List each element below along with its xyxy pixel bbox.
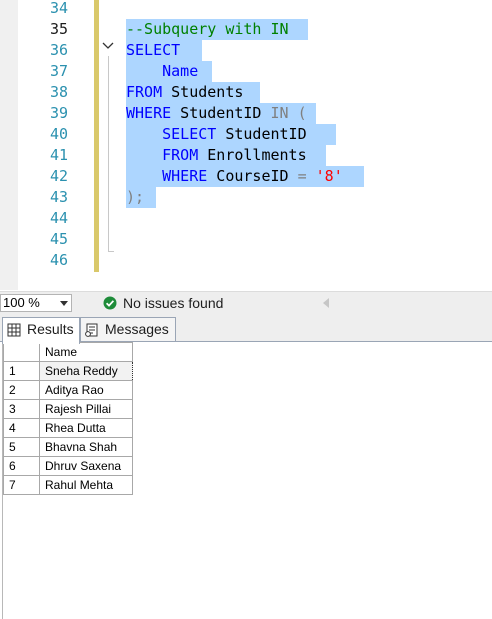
- row-number[interactable]: 3: [3, 399, 40, 419]
- tab-messages[interactable]: Messages: [80, 317, 176, 342]
- sql-identifier: CourseID: [207, 167, 298, 185]
- sql-identifier: Name: [126, 62, 199, 80]
- editor-status-bar: 100 % No issues found: [0, 291, 492, 315]
- grid-cell[interactable]: Aditya Rao: [39, 380, 133, 400]
- table-row[interactable]: 7 Rahul Mehta: [3, 475, 133, 495]
- outline-guide-end: [108, 251, 114, 252]
- sql-editor[interactable]: 34 35 36 37 38 39 40 41 42 43 44 45 46 -…: [0, 0, 492, 290]
- chevron-down-icon[interactable]: [100, 38, 116, 54]
- results-tabs: Results Messages: [0, 315, 492, 344]
- line-number: 42: [49, 167, 68, 185]
- grid-cell[interactable]: Dhruv Saxena: [39, 456, 133, 476]
- table-row[interactable]: 2 Aditya Rao: [3, 380, 133, 400]
- tab-messages-label: Messages: [105, 321, 169, 337]
- table-row[interactable]: 5 Bhavna Shah: [3, 437, 133, 457]
- issues-status[interactable]: No issues found: [123, 295, 223, 312]
- scroll-left-icon[interactable]: [323, 298, 329, 308]
- line-number-gutter: 34 35 36 37 38 39 40 41 42 43 44 45 46: [18, 0, 94, 290]
- sql-keyword: FROM: [162, 146, 199, 164]
- grid-cell[interactable]: Rajesh Pillai: [39, 399, 133, 419]
- results-pane: Name 1 Sneha Reddy 2 Aditya Rao 3 Rajesh…: [0, 342, 492, 619]
- grid-cell[interactable]: Sneha Reddy: [39, 361, 133, 381]
- line-number: 35: [49, 20, 68, 38]
- sql-identifier: StudentID: [216, 125, 307, 143]
- sql-keyword: WHERE: [162, 167, 208, 185]
- line-number: 46: [49, 251, 68, 269]
- line-number: 45: [49, 230, 68, 248]
- sql-keyword: SELECT: [126, 41, 181, 59]
- sql-operator: IN: [270, 104, 289, 122]
- sql-keyword: WHERE: [126, 104, 172, 122]
- change-tracking-bar: [94, 0, 99, 272]
- editor-margin: [0, 0, 18, 290]
- line-number: 44: [49, 209, 68, 227]
- results-grid[interactable]: Name 1 Sneha Reddy 2 Aditya Rao 3 Rajesh…: [3, 342, 133, 495]
- code-line[interactable]: FROM Enrollments: [126, 145, 307, 166]
- row-number[interactable]: 6: [3, 456, 40, 476]
- table-row[interactable]: 6 Dhruv Saxena: [3, 456, 133, 476]
- line-number: 38: [49, 83, 68, 101]
- check-circle-icon: [103, 296, 117, 310]
- code-line[interactable]: SELECT: [126, 40, 180, 61]
- code-line[interactable]: WHERE StudentID IN (: [126, 103, 307, 124]
- sql-keyword: FROM: [126, 83, 163, 101]
- row-number[interactable]: 2: [3, 380, 40, 400]
- sql-operator: );: [126, 188, 145, 206]
- code-line[interactable]: );: [126, 187, 144, 208]
- sql-keyword: SELECT: [162, 125, 217, 143]
- sql-operator: =: [297, 167, 307, 185]
- table-row[interactable]: 3 Rajesh Pillai: [3, 399, 133, 419]
- sql-identifier: Students: [162, 83, 244, 101]
- line-number: 36: [49, 41, 68, 59]
- sql-comment: --Subquery with IN: [126, 20, 289, 38]
- sql-identifier: StudentID: [171, 104, 271, 122]
- line-number: 37: [49, 62, 68, 80]
- zoom-value: 100 %: [3, 295, 40, 310]
- column-header-name[interactable]: Name: [39, 342, 133, 362]
- line-number: 43: [49, 188, 68, 206]
- tab-results[interactable]: Results: [2, 317, 80, 344]
- row-number[interactable]: 5: [3, 437, 40, 457]
- outline-guide: [108, 56, 109, 252]
- code-line[interactable]: Name: [126, 61, 198, 82]
- row-number[interactable]: 1: [3, 361, 40, 381]
- grid-icon: [7, 323, 21, 337]
- row-number-header[interactable]: [3, 342, 40, 362]
- line-number: 34: [49, 0, 68, 17]
- code-line[interactable]: --Subquery with IN: [126, 19, 289, 40]
- grid-cell[interactable]: Rhea Dutta: [39, 418, 133, 438]
- zoom-dropdown[interactable]: 100 %: [0, 294, 72, 312]
- code-line[interactable]: FROM Students: [126, 82, 243, 103]
- row-number[interactable]: 7: [3, 475, 40, 495]
- dropdown-arrow-icon: [60, 301, 68, 306]
- grid-cell[interactable]: Rahul Mehta: [39, 475, 133, 495]
- line-number: 39: [49, 104, 68, 122]
- row-number[interactable]: 4: [3, 418, 40, 438]
- grid-cell[interactable]: Bhavna Shah: [39, 437, 133, 457]
- messages-icon: [85, 323, 98, 337]
- line-number: 41: [49, 146, 68, 164]
- code-line[interactable]: SELECT StudentID: [126, 124, 307, 145]
- table-row[interactable]: 4 Rhea Dutta: [3, 418, 133, 438]
- grid-header-row: Name: [3, 342, 133, 362]
- sql-string: '8': [315, 167, 343, 185]
- line-number: 40: [49, 125, 68, 143]
- sql-identifier: Enrollments: [198, 146, 307, 164]
- sql-operator: (: [288, 104, 307, 122]
- table-row[interactable]: 1 Sneha Reddy: [3, 361, 133, 381]
- code-line[interactable]: WHERE CourseID = '8': [126, 166, 343, 187]
- tab-results-label: Results: [27, 321, 74, 337]
